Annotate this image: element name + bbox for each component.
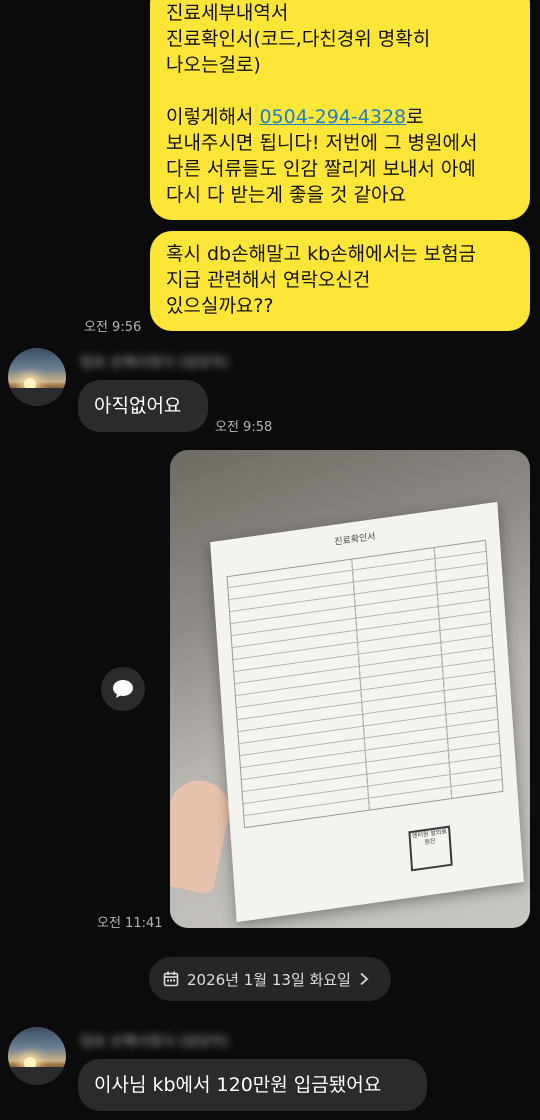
share-button[interactable] <box>101 667 145 711</box>
message-line: 진료확인서(코드,다친경위 명확히 <box>166 28 431 50</box>
calendar-icon <box>163 971 179 987</box>
message-text: 로 <box>406 106 424 128</box>
outgoing-message-kb-question[interactable]: 혹시 db손해말고 kb손해에서는 보험금 지급 관련해서 연락오신건 있으실까… <box>150 231 530 331</box>
outgoing-message-documents[interactable]: 진료세부내역서 진료확인서(코드,다친경위 명확히 나오는걸로) 이렇게해서 0… <box>150 0 530 220</box>
avatar-shore-graphic <box>8 388 66 406</box>
sender-name: 임보 손해사정사 (담당자) <box>80 1034 229 1050</box>
incoming-message-not-yet[interactable]: 아직없어요 <box>78 380 208 432</box>
sender-avatar[interactable] <box>8 1027 66 1085</box>
message-timestamp: 오전 9:58 <box>215 420 273 435</box>
message-line-phone: 이렇게해서 0504-294-4328로 <box>166 104 514 130</box>
chevron-right-icon <box>360 972 369 986</box>
avatar-shore-graphic <box>8 1067 66 1085</box>
message-timestamp: 오전 11:41 <box>97 916 163 931</box>
share-speech-icon <box>113 680 133 698</box>
message-line: 지급 관련해서 연락오신건 <box>166 269 371 291</box>
photo-document-table <box>226 539 504 829</box>
incoming-message-deposit[interactable]: 이사님 kb에서 120만원 입금됐어요 <box>78 1059 427 1111</box>
date-separator[interactable]: 2026년 1월 13일 화요일 <box>149 957 391 1001</box>
message-line: 진료세부내역서 <box>166 2 289 24</box>
photo-document: 진료확인서 엔터원 발의료 원진 <box>210 501 524 923</box>
photo-message[interactable]: 진료확인서 엔터원 발의료 원진 <box>170 450 530 928</box>
message-line: 있으실까요?? <box>166 295 274 317</box>
message-timestamp: 오전 9:56 <box>84 320 142 335</box>
phone-number-link[interactable]: 0504-294-4328 <box>259 106 406 128</box>
message-line: 혹시 db손해말고 kb손해에서는 보험금 <box>166 243 477 265</box>
message-line: 보내주시면 됩니다! 저번에 그 병원에서 <box>166 132 478 154</box>
message-line: 나오는걸로) <box>166 54 261 76</box>
message-text: 이렇게해서 <box>166 106 260 128</box>
sender-name: 임보 손해사정사 (담당자) <box>80 355 229 371</box>
photo-document-stamp: 엔터원 발의료 원진 <box>408 825 453 872</box>
message-line: 다시 다 받는게 좋을 것 같아요 <box>166 184 406 206</box>
message-line: 다른 서류들도 인감 짤리게 보내서 아예 <box>166 158 476 180</box>
sender-avatar[interactable] <box>8 348 66 406</box>
date-separator-label: 2026년 1월 13일 화요일 <box>187 970 351 989</box>
photo-hand-graphic <box>170 774 235 896</box>
